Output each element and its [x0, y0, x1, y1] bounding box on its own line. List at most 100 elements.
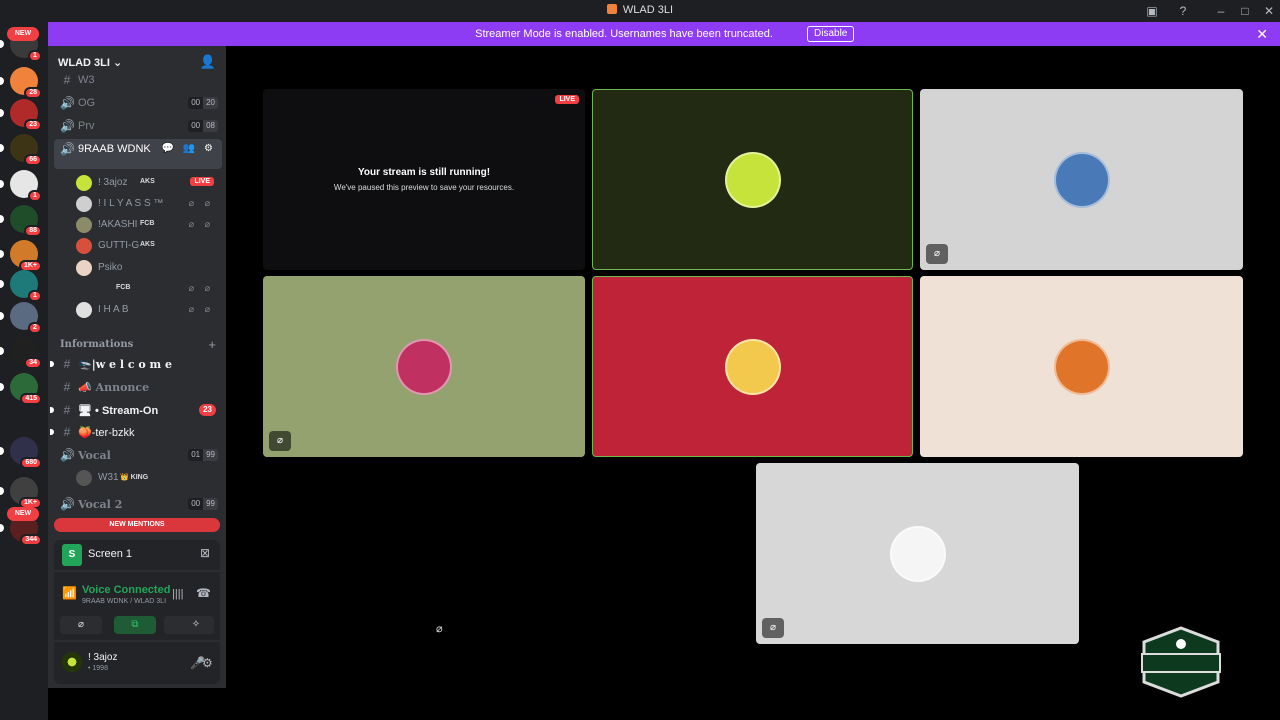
server-icon[interactable]: 1K+ [0, 477, 42, 509]
maximize-icon[interactable]: □ [1237, 3, 1253, 19]
unread-indicator [0, 447, 4, 455]
channel-9raab-wdnk[interactable]: 🔊 9RAAB WDNK 💬 👥 ⚙ [54, 139, 222, 169]
hidden-video-icon[interactable]: ⌀ [926, 244, 948, 264]
settings-gear-icon[interactable]: ⚙ [202, 656, 213, 670]
mention-badge: 23 [24, 119, 42, 131]
participant-tile[interactable]: ⌀ [756, 463, 1079, 644]
deafened-muted-icon: ⌀ ⌀ [188, 198, 214, 208]
mention-badge: 1 [28, 50, 42, 62]
channel-label: OG [78, 97, 96, 109]
server-icon[interactable]: 2 [0, 302, 42, 334]
server-icon[interactable]: 680 [0, 437, 42, 469]
avatar [724, 151, 781, 208]
voice-user-w31[interactable]: W31 👑 KING [76, 468, 220, 488]
user-limit-counter: 00 99 [188, 498, 218, 510]
voice-location[interactable]: 9RAAB WDNK / WLAD 3LI [82, 598, 166, 605]
voice-user[interactable]: GUTTI-G AKS [76, 236, 220, 256]
channel-vocal[interactable]: 🔊 Vocal 01 99 [54, 445, 222, 465]
voice-user[interactable]: Psiko [76, 258, 220, 278]
signal-icon[interactable]: 📶 [62, 586, 77, 600]
window-title-text: WLAD 3LI [622, 4, 674, 16]
channel-vocal-2[interactable]: 🔊 Vocal 2 00 99 [54, 494, 222, 514]
voice-user[interactable]: ! 3ajoz AKS LIVE [76, 173, 220, 193]
server-icon[interactable]: 1 [0, 270, 42, 302]
screen-title: Screen 1 [88, 548, 133, 560]
stream-tile-self[interactable]: LIVE Your stream is still running! We've… [263, 89, 585, 270]
unread-indicator [0, 280, 4, 288]
unread-indicator [0, 180, 4, 188]
disable-streamer-mode-button[interactable]: Disable [807, 26, 855, 42]
new-unreads-pill[interactable]: NEW [7, 507, 39, 521]
avatar [1053, 151, 1110, 208]
avatar [76, 302, 92, 318]
speaker-icon: 🔊 [60, 96, 75, 110]
stop-sharing-icon[interactable]: ⊠ [200, 546, 210, 560]
voice-user[interactable]: I H A B ⌀ ⌀ [76, 300, 220, 320]
avatar[interactable] [62, 652, 82, 672]
channel-hash-icon: # [63, 425, 71, 439]
avatar [1053, 338, 1110, 395]
participant-tile[interactable] [592, 89, 913, 270]
participant-tile[interactable] [592, 276, 913, 457]
mention-badge: 23 [199, 404, 216, 416]
server-icon[interactable]: 66 [0, 134, 42, 166]
app-logo-icon [606, 4, 617, 14]
channel-ter-bzkk[interactable]: # 🍑-ter-bzkk [50, 422, 222, 442]
participant-tile[interactable] [920, 276, 1243, 457]
voice-connection-panel: 📶 Voice Connected 9RAAB WDNK / WLAD 3LI … [54, 572, 220, 640]
help-icon[interactable]: ? [1175, 3, 1191, 19]
unread-indicator [0, 144, 4, 152]
participant-tile[interactable]: ⌀ [263, 276, 585, 457]
user-name[interactable]: ! 3ajoz [88, 652, 117, 663]
camera-off-button[interactable]: ⌀ [60, 616, 102, 634]
hidden-video-icon[interactable]: ⌀ [269, 431, 291, 451]
soundboard-button[interactable]: ✧ [178, 616, 214, 634]
channel-hash-icon: # [63, 403, 71, 417]
server-icon[interactable]: 28 [0, 67, 42, 99]
chevron-down-icon: ⌄ [113, 57, 123, 69]
new-unreads-pill[interactable]: NEW [7, 27, 39, 41]
channel-welcome[interactable]: # 🛬|w e l c o m e [50, 354, 222, 374]
voice-user[interactable]: FCB ⌀ ⌀ [76, 279, 220, 299]
server-icon[interactable]: 1 [0, 170, 42, 202]
channel-stream-on[interactable]: # 🖥 • Stream-On 23 [50, 400, 222, 420]
inbox-icon[interactable]: ▣ [1144, 3, 1160, 19]
noise-suppression-icon[interactable]: |||| [172, 588, 183, 600]
close-banner-icon[interactable]: ✕ [1256, 26, 1268, 43]
server-icon[interactable]: 34 [0, 337, 42, 369]
share-screen-button[interactable]: ⧉ [114, 616, 156, 634]
server-icon[interactable]: 415 [0, 373, 42, 405]
channel-w3[interactable]: # W3 [54, 70, 222, 90]
server-icon[interactable]: 23 [0, 99, 42, 131]
user-tag: AKS [140, 241, 155, 248]
close-window-icon[interactable]: ✕ [1261, 3, 1277, 19]
mention-badge: 66 [24, 154, 42, 166]
channel-annonce[interactable]: # 📣 Annonce [54, 377, 222, 397]
speaker-icon: 🔊 [60, 119, 75, 133]
minimize-icon[interactable]: – [1213, 3, 1229, 19]
disconnect-icon[interactable]: ☎ [196, 586, 211, 600]
voice-user[interactable]: !AKASHI FCB ⌀ ⌀ [76, 215, 220, 235]
invite-people-icon[interactable]: 👤 [200, 54, 216, 70]
live-badge: LIVE [555, 95, 579, 104]
channel-label: Vocal 2 [78, 498, 123, 511]
participant-tile[interactable]: ⌀ [920, 89, 1243, 270]
channel-prv[interactable]: 🔊 Prv 00 08 [54, 116, 222, 136]
speaker-icon: 🔊 [60, 497, 75, 511]
mention-badge: 344 [20, 534, 42, 546]
channel-hash-icon: # [63, 357, 71, 371]
add-channel-icon[interactable]: + [208, 337, 216, 352]
new-mentions-button[interactable]: NEW MENTIONS [54, 518, 220, 532]
unread-indicator [0, 487, 4, 495]
category-informations[interactable]: Informations + [60, 337, 220, 353]
server-icon[interactable]: 1K+ [0, 240, 42, 272]
channel-label: Vocal [78, 449, 111, 462]
live-badge: LIVE [190, 177, 214, 186]
voice-user[interactable]: ! I L Y A S S ™ ⌀ ⌀ [76, 194, 220, 214]
voice-status: Voice Connected [82, 584, 171, 596]
channel-actions-icon[interactable]: 💬 👥 ⚙ [162, 143, 216, 154]
server-icon[interactable]: 88 [0, 205, 42, 237]
channel-og[interactable]: 🔊 OG 00 20 [54, 93, 222, 113]
hidden-video-icon[interactable]: ⌀ [762, 618, 784, 638]
hidden-video-icon[interactable]: ⌀ [436, 622, 443, 635]
